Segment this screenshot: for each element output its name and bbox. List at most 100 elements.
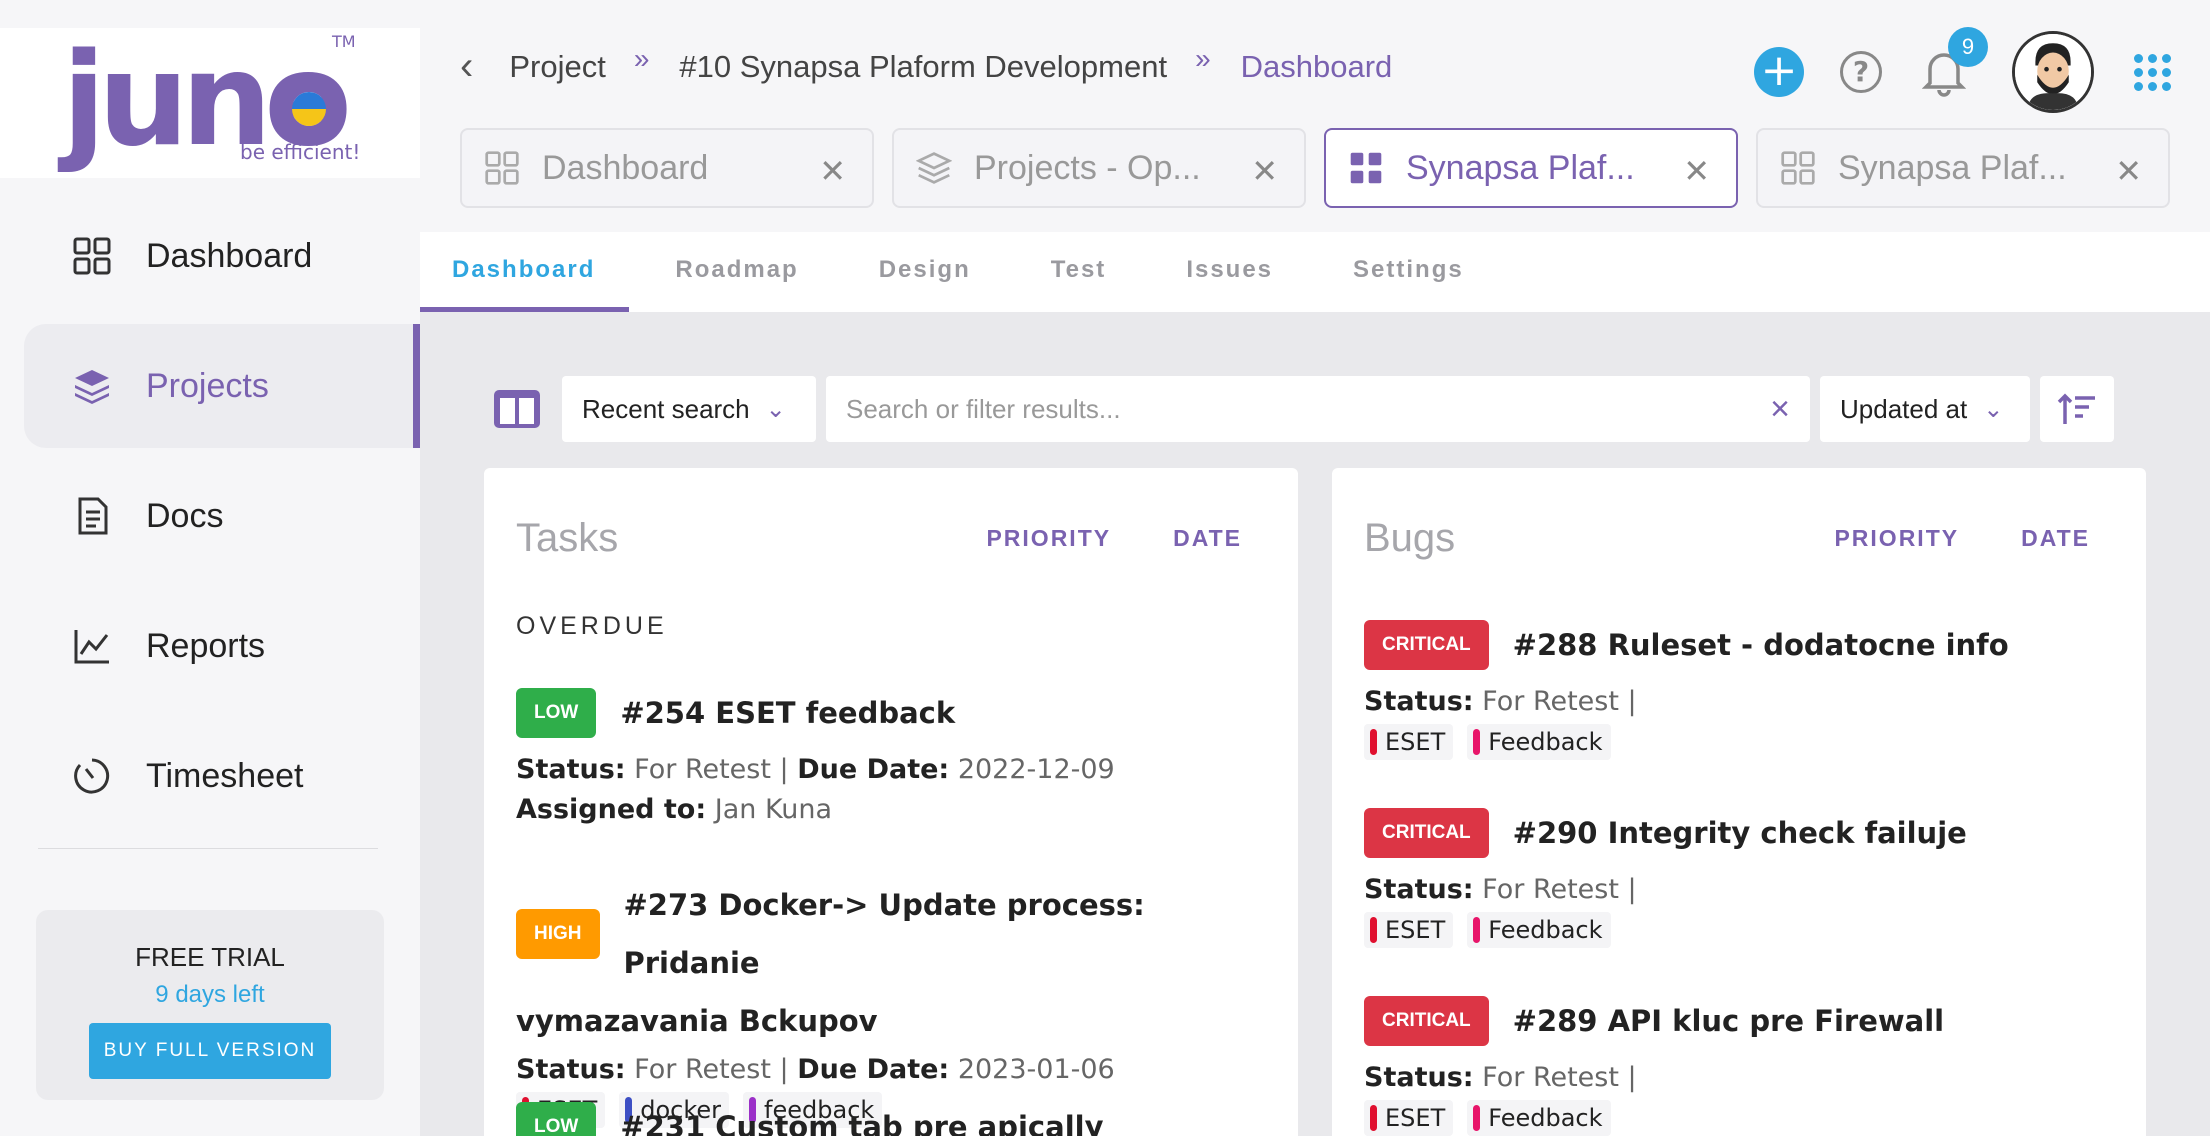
task-item[interactable]: LOW #231 Custom tab pre apically (516, 1102, 1258, 1136)
sidebar-item-projects[interactable]: Projects (24, 324, 420, 448)
chart-line-icon (74, 630, 109, 664)
bug-item[interactable]: CRITICAL #288 Ruleset - dodatocne info S… (1364, 620, 2106, 760)
back-chevron-icon[interactable]: ‹ (460, 44, 473, 89)
chevron-down-icon: ⌄ (765, 395, 786, 423)
notifications-badge: 9 (1948, 27, 1988, 67)
task-title[interactable]: #273 Docker-> Update process: Pridanie (624, 876, 1259, 992)
due-label: Due Date: (797, 754, 950, 785)
priority-badge: LOW (516, 688, 597, 738)
task-title[interactable]: #231 Custom tab pre apically (620, 1110, 1103, 1136)
clear-icon[interactable]: × (1770, 390, 1790, 429)
sort-ascending-icon (2057, 393, 2095, 424)
sort-date-button[interactable]: DATE (1173, 525, 1242, 552)
logo-trademark: TM (332, 32, 356, 51)
trial-title: FREE TRIAL (135, 942, 285, 972)
sidebar-item-dashboard[interactable]: Dashboard (24, 194, 420, 318)
subtab-settings[interactable]: Settings (1353, 232, 1464, 312)
sidebar-item-label: Docs (146, 496, 224, 535)
header-actions: + ? 9 (1754, 27, 2171, 114)
apps-grid-icon[interactable] (2134, 54, 2171, 91)
sort-order-button[interactable] (2040, 376, 2114, 442)
section-overdue: OVERDUE (516, 612, 668, 640)
subtab-dashboard[interactable]: Dashboard (419, 232, 630, 312)
sort-priority-button[interactable]: PRIORITY (986, 525, 1111, 552)
notifications-button[interactable]: 9 (1921, 27, 1988, 97)
subtab-issues[interactable]: Issues (1186, 232, 1273, 312)
tab-synapsa-active[interactable]: Synapsa Plaf... ✕ (1324, 128, 1738, 208)
bugs-header: Bugs PRIORITY DATE (1364, 516, 2090, 561)
layers-icon (916, 152, 952, 184)
bug-title[interactable]: #289 API kluc pre Firewall (1513, 1004, 1944, 1038)
search-input[interactable]: Search or filter results... × (826, 376, 1810, 442)
user-avatar-icon (2015, 34, 2091, 110)
buy-full-version-button[interactable]: BUY FULL VERSION (89, 1023, 331, 1079)
sidebar-item-label: Projects (146, 366, 269, 405)
bug-item[interactable]: CRITICAL #289 API kluc pre Firewall Stat… (1364, 996, 2106, 1136)
bug-item[interactable]: CRITICAL #290 Integrity check failuje St… (1364, 808, 2106, 948)
status-value: For Retest (634, 1054, 771, 1085)
add-button[interactable]: + (1754, 47, 1804, 97)
subtab-roadmap[interactable]: Roadmap (675, 232, 798, 312)
tasks-card: Tasks PRIORITY DATE OVERDUE LOW #254 ESE… (484, 468, 1298, 1136)
breadcrumb-project-name[interactable]: #10 Synapsa Plaform Development (679, 49, 1167, 85)
grid-icon (1781, 151, 1815, 185)
top-bar: ‹ Project » #10 Synapsa Plaform Developm… (420, 0, 2210, 232)
bug-title[interactable]: #288 Ruleset - dodatocne info (1513, 628, 2009, 662)
layers-icon (75, 370, 109, 404)
task-title[interactable]: #254 ESET feedback (620, 696, 955, 730)
filter-bar: Recent search ⌄ Search or filter results… (484, 376, 2124, 442)
tab-synapsa[interactable]: Synapsa Plaf... ✕ (1756, 128, 2170, 208)
sidebar-item-reports[interactable]: Reports (24, 584, 420, 708)
sidebar-item-timesheet[interactable]: Timesheet (24, 714, 420, 838)
tab-projects[interactable]: Projects - Op... ✕ (892, 128, 1306, 208)
bugs-title: Bugs (1364, 516, 1456, 560)
sidebar-item-label: Dashboard (146, 236, 313, 275)
close-icon[interactable]: ✕ (819, 152, 846, 190)
tag[interactable]: Feedback (1467, 724, 1611, 760)
sidebar-item-docs[interactable]: Docs (24, 454, 420, 578)
priority-badge: CRITICAL (1364, 808, 1489, 858)
chevron-down-icon: ⌄ (1983, 395, 2004, 423)
task-item[interactable]: LOW #254 ESET feedback Status: For Retes… (516, 688, 1258, 830)
timer-icon (74, 758, 110, 794)
close-icon[interactable]: ✕ (2115, 152, 2142, 190)
subtab-test[interactable]: Test (1051, 232, 1107, 312)
sort-by-dropdown[interactable]: Updated at ⌄ (1820, 376, 2030, 442)
tag[interactable]: Feedback (1467, 1100, 1611, 1136)
sidebar-item-label: Timesheet (146, 756, 304, 795)
tab-dashboard[interactable]: Dashboard ✕ (460, 128, 874, 208)
recent-search-label: Recent search (582, 393, 750, 424)
priority-badge: CRITICAL (1364, 996, 1489, 1046)
status-label: Status: (1364, 686, 1474, 717)
tag[interactable]: ESET (1364, 1100, 1454, 1136)
avatar[interactable] (2012, 31, 2094, 113)
columns-layout-icon[interactable] (484, 376, 550, 442)
bug-title[interactable]: #290 Integrity check failuje (1513, 816, 1967, 850)
breadcrumb-project[interactable]: Project (509, 49, 605, 85)
bugs-card: Bugs PRIORITY DATE CRITICAL #288 Ruleset… (1332, 468, 2146, 1136)
help-icon[interactable]: ? (1840, 51, 1882, 93)
logo[interactable]: juno TM be efficient! (0, 28, 420, 178)
sort-date-button[interactable]: DATE (2021, 525, 2090, 552)
task-item[interactable]: HIGH #273 Docker-> Update process: Prida… (516, 876, 1258, 1128)
task-title-continued[interactable]: vymazavania Bckupov (516, 992, 1258, 1050)
sidebar-item-label: Reports (146, 626, 266, 665)
breadcrumb-separator-icon: » (633, 42, 650, 74)
assigned-value: Jan Kuna (714, 794, 833, 825)
tag[interactable]: ESET (1364, 912, 1454, 948)
due-label: Due Date: (797, 1054, 950, 1085)
document-icon (78, 497, 108, 535)
subtab-design[interactable]: Design (879, 232, 971, 312)
task-meta: Status: For Retest | Due Date: 2023-01-0… (516, 1054, 1115, 1085)
tag[interactable]: ESET (1364, 724, 1454, 760)
bug-meta: Status: For Retest | (1364, 1062, 1637, 1093)
priority-badge: CRITICAL (1364, 620, 1489, 670)
close-icon[interactable]: ✕ (1251, 152, 1278, 190)
breadcrumb-current: Dashboard (1240, 48, 1393, 84)
tab-label: Dashboard (542, 148, 709, 187)
sort-priority-button[interactable]: PRIORITY (1834, 525, 1959, 552)
recent-search-dropdown[interactable]: Recent search ⌄ (562, 376, 816, 442)
close-icon[interactable]: ✕ (1683, 152, 1710, 190)
tag[interactable]: Feedback (1467, 912, 1611, 948)
grid-icon (485, 151, 519, 185)
